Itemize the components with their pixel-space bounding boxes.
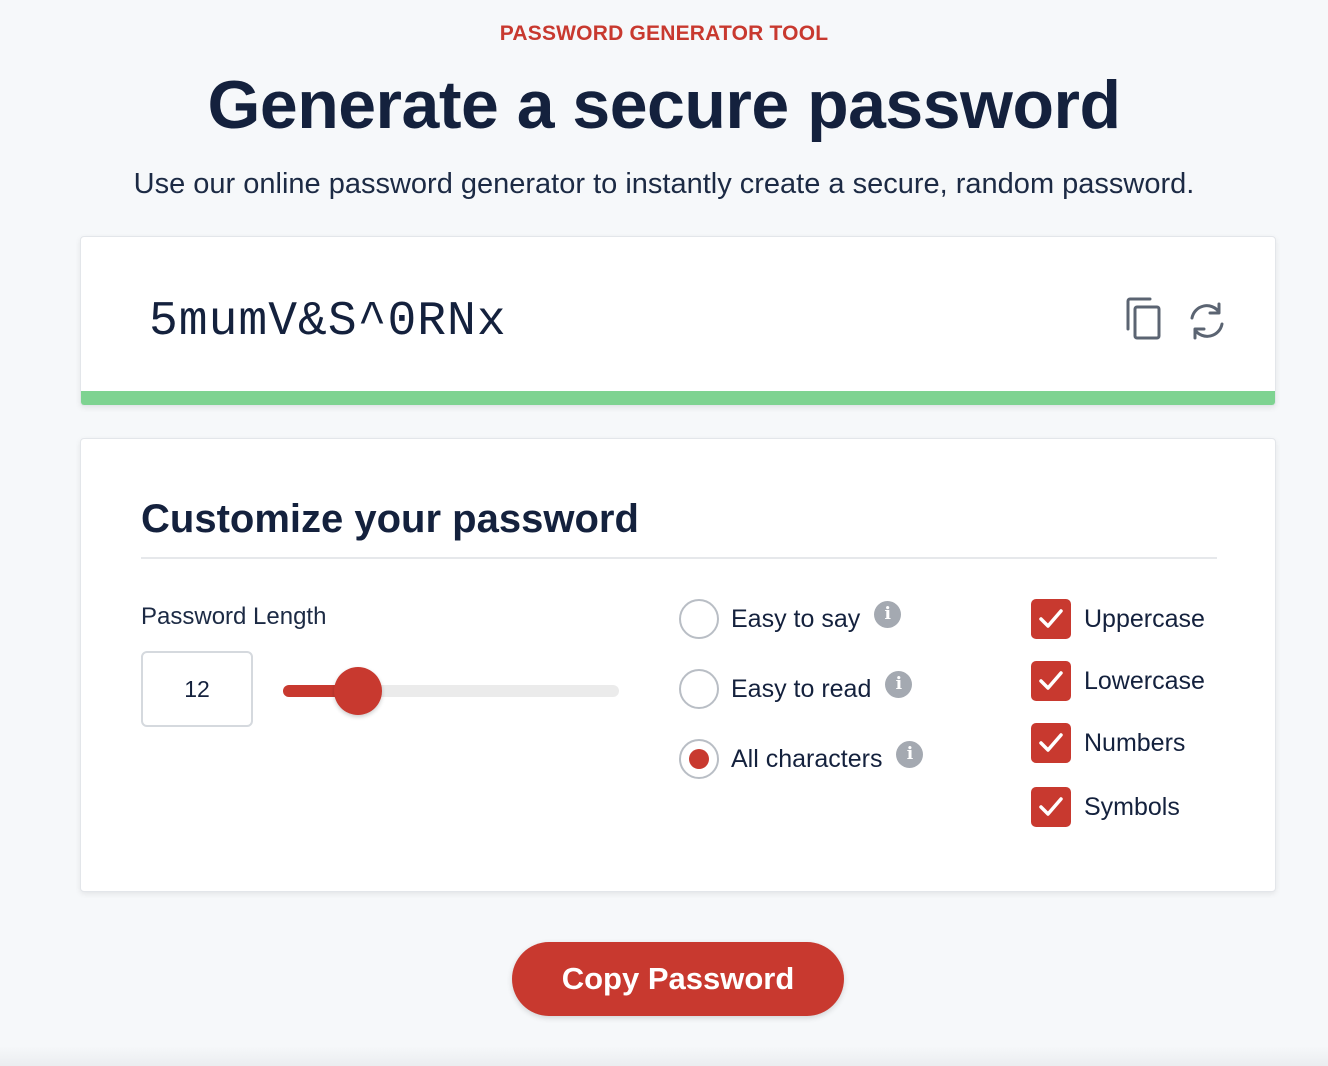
page-title: Generate a secure password bbox=[207, 67, 1121, 143]
option-label: Uppercase bbox=[1084, 604, 1205, 633]
checkbox-lowercase[interactable] bbox=[1031, 661, 1071, 701]
mode-label: Easy to read bbox=[731, 674, 872, 703]
checkmark-icon bbox=[1039, 733, 1063, 752]
checkbox-numbers[interactable] bbox=[1031, 723, 1071, 763]
checkmark-icon bbox=[1039, 797, 1063, 816]
page-subtitle: Use our online password generator to ins… bbox=[133, 168, 1195, 200]
password-length-slider[interactable] bbox=[283, 667, 619, 715]
checkbox-symbols[interactable] bbox=[1031, 787, 1071, 827]
option-label: Symbols bbox=[1084, 792, 1180, 821]
generated-password[interactable]: 5mumV&S^0RNx bbox=[149, 295, 507, 349]
divider bbox=[141, 557, 1217, 559]
radio-all-characters[interactable] bbox=[679, 739, 719, 779]
info-icon[interactable]: i bbox=[874, 600, 902, 628]
password-display-card: 5mumV&S^0RNx bbox=[80, 236, 1276, 406]
copy-password-button[interactable]: Copy Password bbox=[512, 942, 844, 1016]
customize-title: Customize your password bbox=[141, 497, 639, 541]
option-symbols[interactable]: Symbols bbox=[1031, 787, 1180, 827]
checkmark-icon bbox=[1039, 609, 1063, 628]
page-bottom-shade bbox=[0, 1046, 1328, 1066]
mode-all-characters[interactable]: All characters i bbox=[679, 739, 924, 779]
strength-meter bbox=[81, 391, 1275, 405]
copy-icon-glyph bbox=[1126, 297, 1161, 340]
option-numbers[interactable]: Numbers bbox=[1031, 723, 1185, 763]
option-label: Lowercase bbox=[1084, 666, 1205, 695]
radio-selected-dot bbox=[689, 749, 709, 769]
info-icon[interactable]: i bbox=[896, 740, 924, 768]
refresh-icon-glyph bbox=[1190, 302, 1224, 340]
password-length-input[interactable] bbox=[141, 651, 253, 727]
option-lowercase[interactable]: Lowercase bbox=[1031, 661, 1205, 701]
customize-card: Customize your password Password Length … bbox=[80, 438, 1276, 892]
checkmark-icon bbox=[1039, 671, 1063, 690]
refresh-icon[interactable] bbox=[1185, 299, 1229, 343]
eyebrow-label: PASSWORD GENERATOR TOOL bbox=[499, 22, 829, 45]
option-label: Numbers bbox=[1084, 728, 1186, 757]
mode-label: All characters bbox=[731, 744, 883, 773]
strength-meter-fill bbox=[81, 391, 1275, 405]
mode-label: Easy to say bbox=[731, 604, 861, 633]
copy-icon[interactable] bbox=[1121, 297, 1165, 341]
radio-easy-to-read[interactable] bbox=[679, 669, 719, 709]
radio-easy-to-say[interactable] bbox=[679, 599, 719, 639]
slider-thumb[interactable] bbox=[334, 667, 383, 715]
option-uppercase[interactable]: Uppercase bbox=[1031, 599, 1205, 639]
password-length-label: Password Length bbox=[141, 603, 327, 630]
mode-easy-to-say[interactable]: Easy to say i bbox=[679, 599, 902, 639]
info-icon[interactable]: i bbox=[885, 670, 913, 698]
mode-easy-to-read[interactable]: Easy to read i bbox=[679, 669, 913, 709]
checkbox-uppercase[interactable] bbox=[1031, 599, 1071, 639]
